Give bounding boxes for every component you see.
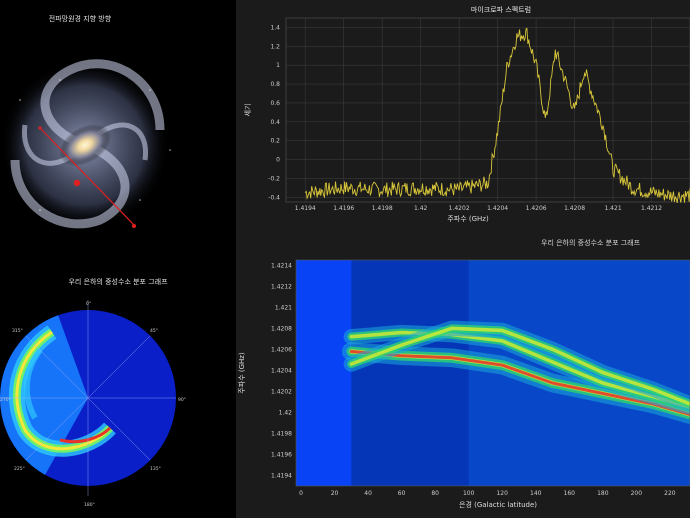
spectrum-x-tick-label: 1.4202 <box>449 205 470 212</box>
heatmap-x-tick-label: 40 <box>364 490 372 497</box>
polar-angle-label: 180° <box>84 502 95 508</box>
spectrum-chart: 1.4194 1.4196 1.4198 1.42 1.4202 1.4204 1.4206… <box>243 17 690 223</box>
spectrum-x-tick-label: 1.421 <box>604 205 621 212</box>
heatmap-x-tick-label: 140 <box>530 490 542 497</box>
galaxy-title: 전파망원경 지향 방향 <box>48 15 112 23</box>
spectrum-y-tick-label: -0.2 <box>268 175 280 182</box>
sun-position-marker <box>73 179 81 187</box>
spectrum-y-tick-label: 0.4 <box>270 119 280 126</box>
heatmap-y-tick-label: 1.4206 <box>271 346 292 353</box>
heatmap-y-tick-label: 1.4204 <box>271 367 292 374</box>
polar-angle-label: 90° <box>178 397 186 403</box>
spectrum-x-axis-label: 주파수 (GHz) <box>447 214 489 223</box>
heatmap-x-tick-label: 220 <box>664 490 676 497</box>
heatmap-empty-region <box>296 260 352 486</box>
heatmap-y-tick-label: 1.4198 <box>271 430 292 437</box>
spectrum-x-tick-label: 1.4206 <box>526 205 547 212</box>
heatmap-y-tick-label: 1.4194 <box>271 472 292 479</box>
spectrum-y-tick-label: 0 <box>276 157 280 164</box>
heatmap-x-tick-label: 120 <box>496 490 508 497</box>
spectrum-y-tick-label: 1.2 <box>270 43 280 50</box>
heatmap-y-axis-label: 주파수 (GHz) <box>237 352 246 394</box>
spectrum-y-tick-label: 1 <box>276 62 280 69</box>
heatmap-y-tick-label: 1.421 <box>275 304 292 311</box>
map-title: 우리 은하의 중성수소 분포 그래프 <box>541 239 641 247</box>
spectrum-x-tick-label: 1.4194 <box>295 205 316 212</box>
heatmap-x-tick-label: 160 <box>564 490 576 497</box>
hi-map-chart: 0 20 40 60 80 100 120 140 160 180 200 220 1.4194 1.41… <box>237 259 690 509</box>
heatmap-x-tick-label: 180 <box>597 490 609 497</box>
spectrum-y-axis-label: 세기 <box>243 104 252 117</box>
heatmap-x-tick-label: 80 <box>431 490 439 497</box>
spectrum-y-tick-label: -0.4 <box>268 194 280 201</box>
polar-angle-label: 225° <box>14 466 25 472</box>
polar-angle-label: 270° <box>0 397 11 403</box>
spectrum-y-tick-label: 0.6 <box>270 100 280 107</box>
spectrum-y-tick-label: 1.4 <box>270 24 280 31</box>
heatmap-x-tick-label: 200 <box>631 490 643 497</box>
heatmap-y-tick-label: 1.4202 <box>271 388 292 395</box>
spectrum-x-tick-label: 1.4196 <box>333 205 354 212</box>
heatmap-x-tick-label: 100 <box>463 490 475 497</box>
polar-angle-label: 315° <box>12 328 23 334</box>
spectrum-x-tick-label: 1.42 <box>414 205 428 212</box>
heatmap-y-tick-label: 1.4212 <box>271 283 292 290</box>
spectrum-plot-area <box>285 17 690 203</box>
polar-angle-label: 0° <box>86 301 91 307</box>
polar-angle-label: 45° <box>150 328 158 334</box>
heatmap-y-tick-label: 1.4214 <box>271 262 292 269</box>
heatmap-y-tick-label: 1.42 <box>279 409 293 416</box>
heatmap-x-tick-label: 0 <box>299 490 303 497</box>
polar-title: 우리 은하의 중성수소 분포 그래프 <box>68 278 168 286</box>
galaxy-image <box>0 59 171 230</box>
polar-angle-label: 135° <box>150 466 161 472</box>
polar-chart: 0° 45° 90° 135° 180° 225° 270° 315° <box>0 300 186 508</box>
heatmap-x-axis-label: 은경 (Galactic latitude) <box>459 500 537 509</box>
right-panel: 마이크로파 스펙트럼 1.4194 1.4196 1.4198 1.42 1.4202 1… <box>236 0 690 518</box>
spectrum-x-tick-label: 1.4204 <box>487 205 508 212</box>
spectrum-x-tick-label: 1.4208 <box>564 205 585 212</box>
spectrum-y-tick-label: 0.8 <box>270 81 280 88</box>
pointing-end-marker <box>132 224 136 228</box>
spectrum-y-tick-label: 0.2 <box>270 138 280 145</box>
spectrum-x-tick-label: 1.4198 <box>372 205 393 212</box>
heatmap-y-tick-label: 1.4196 <box>271 451 292 458</box>
left-panel: 전파망원경 지향 방향 우리 은하의 중성수소 분포 그래프 0° 45° 90… <box>0 0 236 518</box>
heatmap-x-tick-label: 60 <box>398 490 406 497</box>
spectrum-x-tick-label: 1.4212 <box>641 205 662 212</box>
heatmap-y-tick-label: 1.4208 <box>271 325 292 332</box>
heatmap-x-tick-label: 20 <box>331 490 339 497</box>
